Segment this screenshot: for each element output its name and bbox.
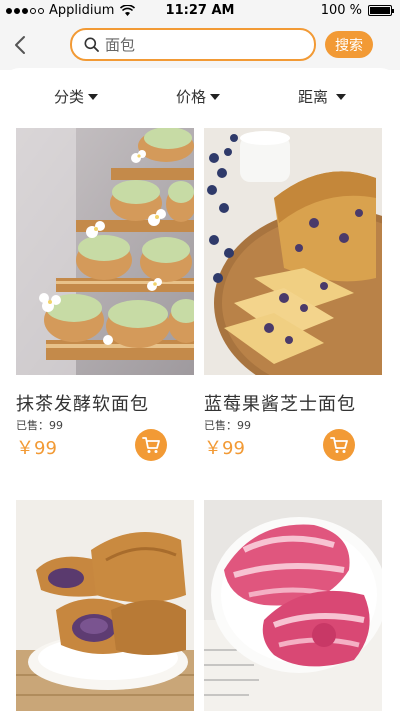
search-icon bbox=[84, 37, 99, 52]
product-image[interactable] bbox=[16, 500, 194, 711]
search-box[interactable] bbox=[70, 28, 316, 61]
caret-down-icon bbox=[88, 93, 99, 100]
content-panel: 分类 价格 距离 抹茶发酵软面包 已售：99 ￥99 蓝莓果酱芝士面包 已售：9… bbox=[0, 68, 400, 718]
search-button[interactable]: 搜索 bbox=[325, 31, 373, 58]
status-right: 100 % bbox=[320, 3, 394, 18]
sold-count: 已售：99 bbox=[16, 419, 63, 432]
caret-down-icon bbox=[336, 93, 347, 100]
battery-percent: 100 % bbox=[320, 3, 362, 18]
status-bar: Applidium 11:27 AM 100 % bbox=[0, 0, 400, 22]
header: 搜索 bbox=[0, 22, 400, 70]
filter-distance-label: 距离 bbox=[298, 88, 329, 106]
battery-icon bbox=[368, 5, 394, 16]
back-arrow-icon[interactable] bbox=[10, 34, 32, 56]
sold-count: 已售：99 bbox=[204, 419, 251, 432]
product-image[interactable] bbox=[204, 128, 382, 375]
filter-category[interactable]: 分类 bbox=[54, 86, 99, 107]
product-price: ￥99 bbox=[16, 438, 57, 459]
cart-icon bbox=[142, 437, 160, 453]
filter-bar: 分类 价格 距离 bbox=[0, 68, 400, 126]
add-to-cart-button[interactable] bbox=[135, 429, 167, 461]
cart-icon bbox=[330, 437, 348, 453]
product-name: 抹茶发酵软面包 bbox=[16, 394, 149, 415]
product-image[interactable] bbox=[204, 500, 382, 711]
filter-price[interactable]: 价格 bbox=[176, 86, 221, 107]
caret-down-icon bbox=[210, 93, 221, 100]
filter-category-label: 分类 bbox=[54, 88, 85, 106]
product-name: 蓝莓果酱芝士面包 bbox=[204, 394, 356, 415]
filter-price-label: 价格 bbox=[176, 88, 207, 106]
product-price: ￥99 bbox=[204, 438, 245, 459]
search-input[interactable] bbox=[105, 35, 295, 54]
add-to-cart-button[interactable] bbox=[323, 429, 355, 461]
filter-distance[interactable]: 距离 bbox=[298, 86, 347, 107]
product-image[interactable] bbox=[16, 128, 194, 375]
